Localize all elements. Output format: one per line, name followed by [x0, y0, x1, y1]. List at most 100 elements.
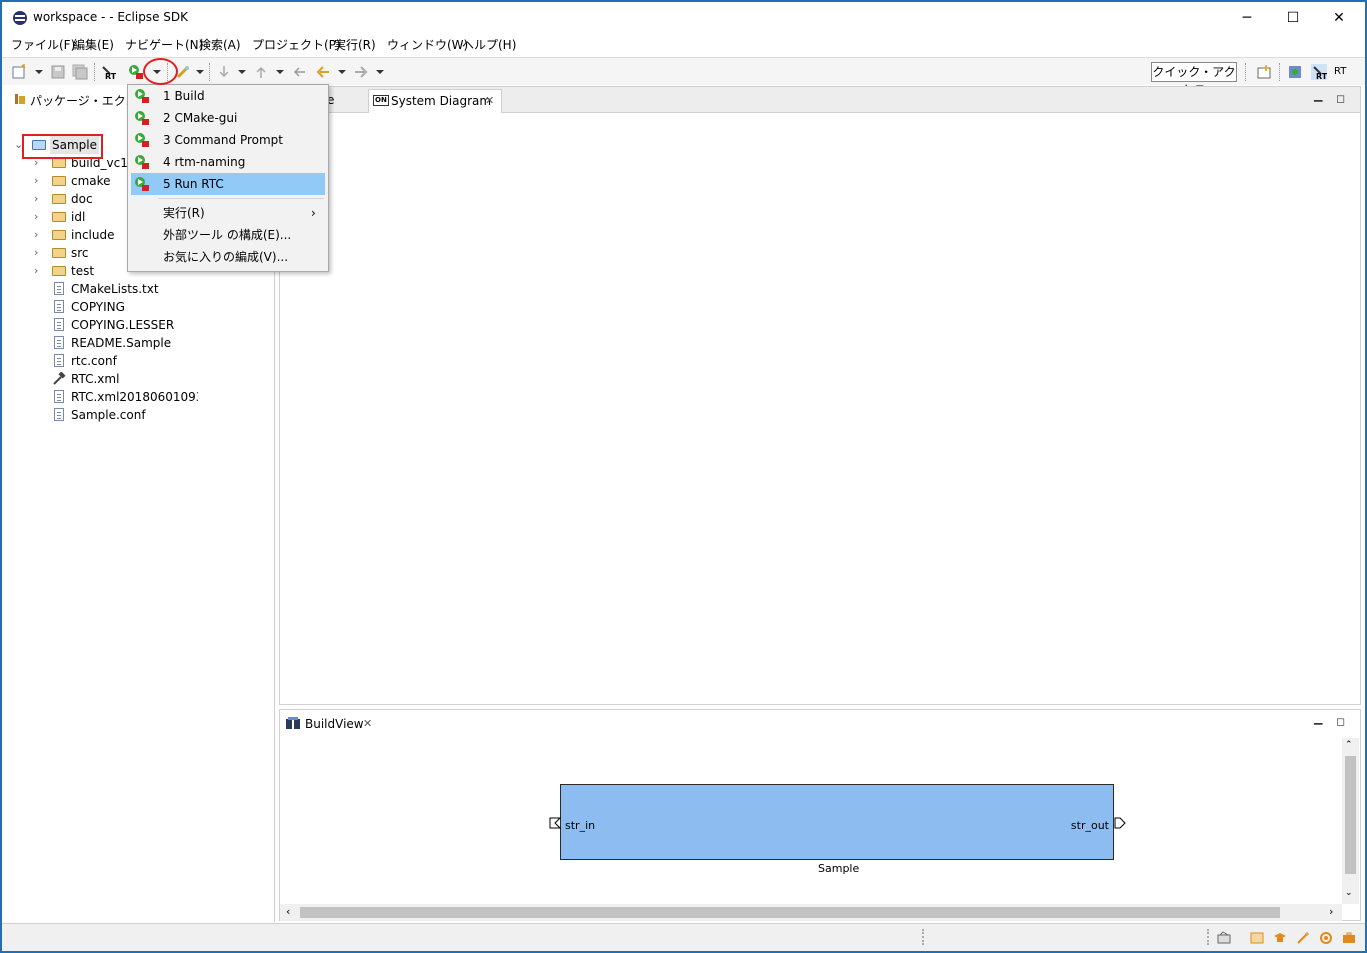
port-in-label: str_in: [565, 819, 596, 832]
menu-help[interactable]: ヘルプ(H): [462, 36, 516, 53]
scroll-right-icon[interactable]: ›: [1329, 905, 1333, 918]
maximize-icon[interactable]: ◻: [1336, 92, 1345, 105]
new-icon[interactable]: [12, 64, 28, 80]
minimize-icon[interactable]: ▁: [1314, 89, 1322, 102]
tree-file[interactable]: Sample.conf: [52, 406, 272, 424]
java-perspective-icon[interactable]: [1287, 64, 1303, 80]
forward-dropdown-icon[interactable]: [376, 70, 384, 74]
submenu-arrow-icon: ›: [311, 206, 316, 220]
file-icon: [54, 408, 64, 421]
menu-item-cmake-gui[interactable]: 2 CMake-gui: [131, 107, 325, 129]
menu-item-run-rtc[interactable]: 5 Run RTC: [131, 173, 325, 195]
close-icon[interactable]: ✕: [363, 717, 372, 730]
menu-bar: ファイル(F) 編集(E) ナビゲート(N) 検索(A) プロジェクト(P) 実…: [2, 34, 1365, 54]
save-icon[interactable]: [50, 64, 66, 80]
menu-project[interactable]: プロジェクト(P): [252, 36, 341, 53]
main-toolbar: RT クイック・アクセス RT RT: [2, 57, 1365, 97]
toolbar-separator: [1245, 63, 1246, 81]
minimize-button[interactable]: ─: [1224, 2, 1270, 34]
scroll-up-icon[interactable]: ⌃: [1345, 740, 1353, 750]
tab-system-diagram[interactable]: ON System Diagram ✕: [368, 89, 502, 113]
external-tools-icon[interactable]: [128, 64, 144, 80]
rtc-component-sample[interactable]: str_in str_out: [560, 784, 1114, 860]
folder-icon: [52, 158, 66, 168]
rt-hammer-icon[interactable]: RT: [100, 64, 116, 80]
scroll-down-icon[interactable]: ⌄: [1345, 888, 1353, 898]
heap-icon[interactable]: [1217, 931, 1231, 945]
menu-edit[interactable]: 編集(E): [73, 36, 114, 53]
tree-label: rtc.conf: [71, 354, 117, 368]
status-separator: [922, 929, 924, 945]
tree-file[interactable]: RTC.xml20180601093028: [52, 388, 198, 406]
tree-file[interactable]: CMakeLists.txt: [52, 280, 272, 298]
chevron-right-icon[interactable]: ›: [34, 262, 44, 280]
menu-file[interactable]: ファイル(F): [11, 36, 75, 53]
briefcase-icon[interactable]: [1342, 931, 1356, 945]
scroll-left-icon[interactable]: ‹: [286, 905, 290, 918]
back-dropdown-icon[interactable]: [338, 70, 346, 74]
menu-item-organize-favorites[interactable]: お気に入りの編成(V)...: [131, 246, 325, 268]
outport-icon[interactable]: [1114, 817, 1126, 829]
tree-label: idl: [71, 210, 86, 224]
menu-run[interactable]: 実行(R): [334, 36, 376, 53]
buildview-icon: [286, 717, 300, 729]
menu-item-label: 1 Build: [163, 89, 205, 103]
tree-file[interactable]: RTC.xml: [52, 370, 272, 388]
next-annotation-dropdown-icon[interactable]: [238, 70, 246, 74]
tree-label: doc: [71, 192, 93, 206]
tree-file[interactable]: COPYING: [52, 298, 272, 316]
tree-label: COPYING.LESSER: [71, 318, 175, 332]
tree-file[interactable]: COPYING.LESSER: [52, 316, 272, 334]
chevron-right-icon[interactable]: ›: [34, 226, 44, 244]
debug-dropdown-icon[interactable]: [196, 70, 204, 74]
menu-search[interactable]: 検索(A): [199, 36, 241, 53]
settings-icon[interactable]: [1319, 931, 1333, 945]
prev-annotation-dropdown-icon[interactable]: [276, 70, 284, 74]
close-button[interactable]: ✕: [1316, 2, 1362, 34]
prev-annotation-icon[interactable]: [253, 64, 269, 80]
wand-icon[interactable]: [1296, 931, 1310, 945]
forward-icon[interactable]: [353, 64, 369, 80]
chevron-right-icon[interactable]: ›: [34, 244, 44, 262]
menu-item-label: 5 Run RTC: [163, 177, 224, 191]
inport-icon[interactable]: [549, 817, 561, 829]
book-icon[interactable]: [1250, 931, 1264, 945]
back-icon[interactable]: [315, 64, 331, 80]
minimize-icon[interactable]: ▁: [1314, 712, 1322, 725]
save-all-icon[interactable]: [72, 64, 88, 80]
menu-item-build[interactable]: 1 Build: [131, 85, 325, 107]
maximize-icon[interactable]: ◻: [1336, 715, 1345, 728]
tree-label: src: [71, 246, 89, 260]
open-perspective-icon[interactable]: [1256, 64, 1272, 80]
horizontal-scroll-thumb[interactable]: [300, 907, 1280, 918]
chevron-right-icon[interactable]: ›: [34, 190, 44, 208]
next-annotation-icon[interactable]: [216, 64, 232, 80]
last-edit-icon[interactable]: [291, 64, 307, 80]
chevron-right-icon[interactable]: ›: [34, 208, 44, 226]
vertical-scrollbar[interactable]: ⌃ ⌄: [1342, 738, 1359, 904]
toolbar-separator: [94, 63, 95, 81]
quick-access-field[interactable]: クイック・アクセス: [1151, 62, 1237, 97]
folder-icon: [52, 176, 66, 186]
maximize-button[interactable]: ☐: [1270, 2, 1316, 34]
menu-window[interactable]: ウィンドウ(W): [387, 36, 468, 53]
rt-perspective-icon[interactable]: RT: [1311, 64, 1327, 80]
menu-item-run-submenu[interactable]: 実行(R) ›: [131, 202, 325, 224]
new-dropdown-icon[interactable]: [35, 70, 43, 74]
buildview-title[interactable]: BuildView: [305, 717, 364, 731]
close-icon[interactable]: ✕: [485, 90, 494, 112]
menu-item-rtm-naming[interactable]: 4 rtm-naming: [131, 151, 325, 173]
horizontal-scrollbar[interactable]: ‹ ›: [280, 904, 1342, 921]
tree-label: test: [71, 264, 95, 278]
chevron-right-icon[interactable]: ›: [34, 172, 44, 190]
tree-file[interactable]: README.Sample: [52, 334, 272, 352]
cap-icon[interactable]: [1273, 931, 1287, 945]
menu-item-command-prompt[interactable]: 3 Command Prompt: [131, 129, 325, 151]
tree-file[interactable]: rtc.conf: [52, 352, 272, 370]
file-icon: [54, 300, 64, 313]
menu-item-external-tools-config[interactable]: 外部ツール の構成(E)...: [131, 224, 325, 246]
vertical-scroll-thumb[interactable]: [1345, 756, 1356, 874]
rt-label[interactable]: RT: [1334, 66, 1346, 77]
title-bar: workspace - - Eclipse SDK ─ ☐ ✕: [2, 2, 1365, 34]
menu-navigate[interactable]: ナビゲート(N): [125, 36, 203, 53]
